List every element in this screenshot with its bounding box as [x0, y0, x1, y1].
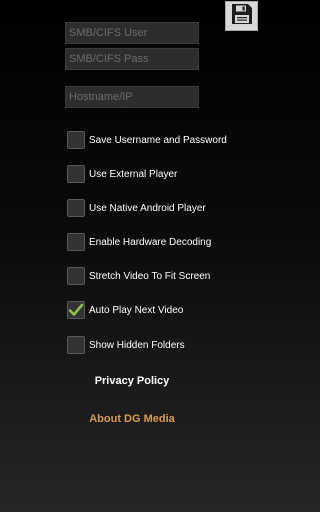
- option-label: Use Native Android Player: [89, 202, 206, 214]
- option-label: Auto Play Next Video: [89, 304, 184, 316]
- option-show-hidden-folders[interactable]: Show Hidden Folders: [67, 335, 185, 355]
- smb-pass-input[interactable]: [65, 48, 199, 70]
- option-label: Show Hidden Folders: [89, 339, 185, 351]
- checkbox[interactable]: [67, 301, 85, 319]
- smb-user-input[interactable]: [65, 22, 199, 44]
- hostname-input[interactable]: [65, 86, 199, 108]
- checkbox[interactable]: [67, 267, 85, 285]
- option-save-credentials[interactable]: Save Username and Password: [67, 130, 227, 150]
- option-label: Use External Player: [89, 168, 178, 180]
- option-label: Stretch Video To Fit Screen: [89, 270, 211, 282]
- option-stretch-video[interactable]: Stretch Video To Fit Screen: [67, 266, 210, 286]
- about-link[interactable]: About DG Media: [0, 413, 264, 425]
- checkmark-icon: [68, 303, 84, 316]
- option-label: Enable Hardware Decoding: [89, 236, 212, 248]
- checkbox[interactable]: [67, 165, 85, 183]
- checkbox[interactable]: [67, 233, 85, 251]
- save-button[interactable]: [225, 1, 258, 31]
- option-external-player[interactable]: Use External Player: [67, 164, 177, 184]
- checkbox[interactable]: [67, 199, 85, 217]
- privacy-policy-link[interactable]: Privacy Policy: [0, 375, 264, 387]
- floppy-disk-icon: [230, 2, 254, 31]
- option-native-player[interactable]: Use Native Android Player: [67, 198, 206, 218]
- option-hardware-decoding[interactable]: Enable Hardware Decoding: [67, 232, 211, 252]
- option-label: Save Username and Password: [89, 134, 227, 146]
- checkbox[interactable]: [67, 336, 85, 354]
- option-auto-play-next[interactable]: Auto Play Next Video: [67, 300, 183, 320]
- checkbox[interactable]: [67, 131, 85, 149]
